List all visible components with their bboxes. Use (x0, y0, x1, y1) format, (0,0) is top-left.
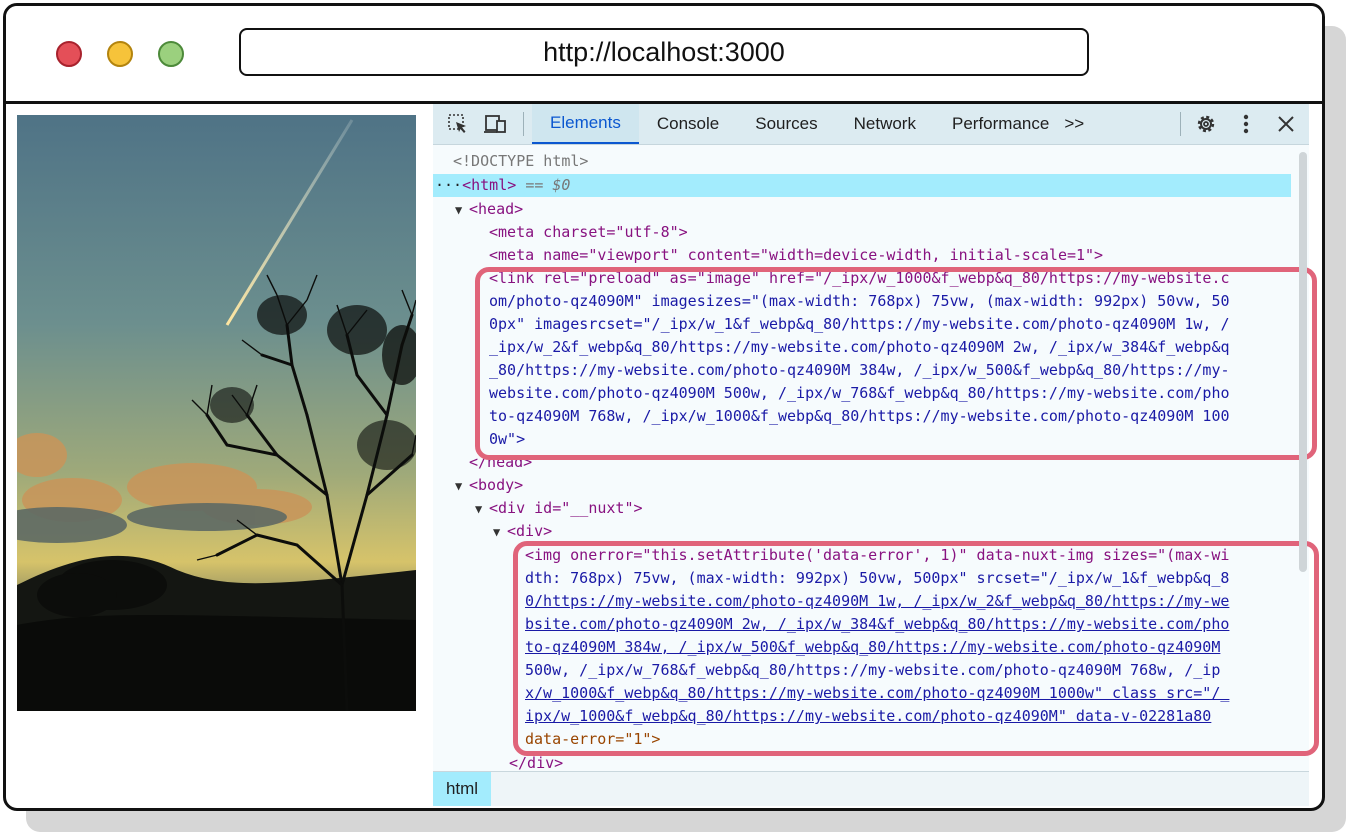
tab-network[interactable]: Network (836, 104, 934, 144)
title-bar: http://localhost:3000 (6, 6, 1322, 104)
dom-line-div-nuxt[interactable]: ▼ <div id="__nuxt"> (475, 497, 1291, 520)
tab-sources[interactable]: Sources (737, 104, 835, 144)
dom-line-body[interactable]: ▼ <body> (455, 474, 1291, 497)
dom-line-div[interactable]: ▼ <div> (493, 520, 1291, 543)
minimize-window-button[interactable] (107, 41, 133, 67)
dom-line-meta-charset[interactable]: <meta charset="utf-8"> (489, 221, 1291, 244)
inspect-element-icon[interactable] (443, 109, 473, 139)
dom-line-doctype[interactable]: <!DOCTYPE html> (453, 150, 1291, 173)
devtools-panel: Elements Console Sources Network Perform… (433, 104, 1319, 806)
dom-tree-scrollbar[interactable] (1299, 152, 1307, 572)
breadcrumb-html[interactable]: html (433, 772, 491, 806)
expand-triangle-icon[interactable]: ▼ (493, 521, 507, 544)
maximize-window-button[interactable] (158, 41, 184, 67)
toolbar-separator-right (1180, 112, 1181, 136)
expand-triangle-icon[interactable]: ▼ (455, 475, 469, 498)
highlight-img-element (513, 541, 1319, 756)
dom-line-html[interactable]: ···<html> == $0 (433, 174, 1291, 197)
browser-window: http://localhost:3000 Elements Console S… (3, 3, 1325, 811)
expand-triangle-icon[interactable]: ▼ (455, 199, 469, 222)
expand-triangle-icon[interactable]: ▼ (475, 498, 489, 521)
close-window-button[interactable] (56, 41, 82, 67)
device-toolbar-icon[interactable] (481, 109, 511, 139)
url-text: http://localhost:3000 (543, 36, 785, 67)
toolbar-separator (523, 112, 524, 136)
tab-console[interactable]: Console (639, 104, 737, 144)
close-icon[interactable] (1271, 109, 1301, 139)
more-tabs-label: >> (1064, 114, 1085, 133)
tab-performance[interactable]: Performance (934, 104, 1067, 144)
dom-line-meta-viewport[interactable]: <meta name="viewport" content="width=dev… (489, 244, 1291, 267)
dom-line-head[interactable]: ▼ <head> (455, 198, 1291, 221)
kebab-menu-icon[interactable] (1231, 109, 1261, 139)
address-bar[interactable]: http://localhost:3000 (239, 28, 1089, 76)
tab-elements[interactable]: Elements (532, 104, 639, 144)
sunset-photo-image (17, 115, 416, 711)
highlight-link-preload (475, 267, 1317, 460)
breadcrumb-bar: html (433, 771, 1309, 806)
devtools-tabbar: Elements Console Sources Network Perform… (433, 104, 1309, 145)
settings-gear-icon[interactable] (1191, 109, 1221, 139)
sunset-photo (17, 115, 416, 711)
more-tabs-icon[interactable]: >> (1059, 109, 1089, 139)
